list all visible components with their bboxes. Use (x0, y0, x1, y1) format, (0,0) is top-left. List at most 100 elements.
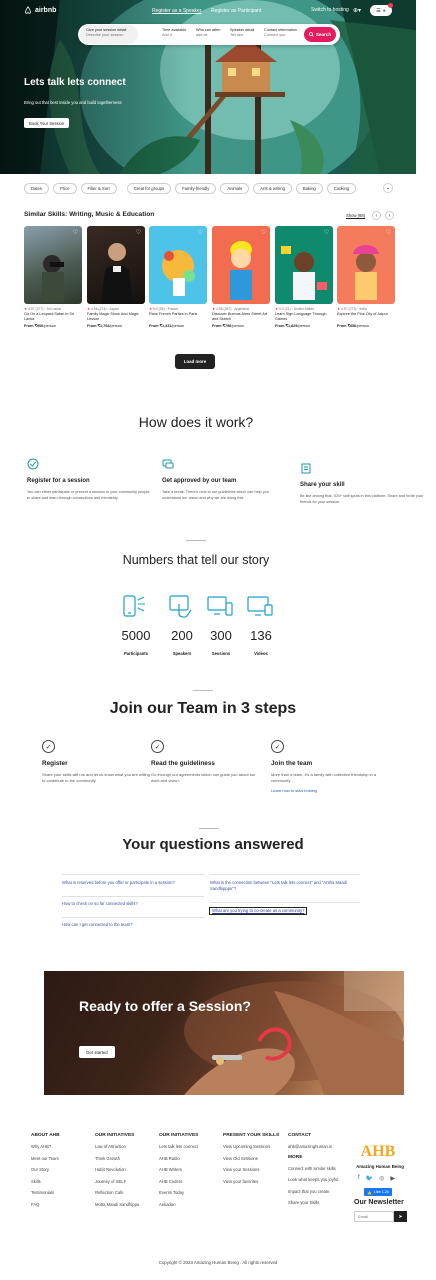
filter-cooking[interactable]: Cooking (326, 182, 357, 194)
skill-card[interactable]: ♡ ★ 4.98 (287) · Argentina Discover Buen… (212, 226, 270, 328)
skill-card[interactable]: ♡ ★ 4.97 (377) · Sri Lanka Go On a Leopa… (24, 226, 82, 328)
footer-heading: ABOUT AHB (31, 1133, 60, 1138)
heart-icon[interactable]: ♡ (261, 229, 266, 236)
twitter-icon[interactable]: 🐦 (366, 1175, 373, 1182)
card-image: ♡ (337, 226, 395, 304)
filter-animals[interactable]: Animals (220, 182, 250, 194)
footer-link[interactable]: Reflection Cafe (95, 1190, 155, 1196)
search-who-can-attend[interactable]: Who can atten add de (196, 28, 226, 38)
heart-icon[interactable]: ♡ (386, 229, 391, 236)
search-contact-info[interactable]: Contact information Connect you (264, 28, 304, 38)
footer-link[interactable]: View Old Sessions (223, 1156, 283, 1162)
globe-icon[interactable]: ⊕▾ (353, 7, 361, 14)
ahb-logo-text: AHB (361, 1143, 395, 1160)
how-step-title: Get approved by our team (162, 478, 237, 484)
heart-icon[interactable]: ♡ (198, 229, 203, 236)
footer-link[interactable]: Events Today (159, 1190, 219, 1196)
get-started-button[interactable]: Get started (79, 1046, 115, 1058)
footer-link[interactable]: Law of Attraction (95, 1144, 155, 1150)
footer-link[interactable]: Journey of SELF (95, 1179, 155, 1185)
filter-sort[interactable]: Filter & Sort (80, 182, 117, 194)
contact-email[interactable]: ahb@amazinghuman.in (288, 1144, 344, 1150)
card-price: From ₹1,793/person (87, 324, 123, 328)
heart-icon[interactable]: ♡ (136, 229, 141, 236)
footer-link[interactable]: FAQ (31, 1202, 91, 1208)
join-step: ✓ Join the team More than a team, it's a… (271, 740, 381, 793)
footer-link[interactable]: Think Growth (95, 1156, 155, 1162)
footer-link[interactable]: Testimonials (31, 1190, 91, 1196)
footer-link[interactable]: Aekadan (159, 1202, 219, 1208)
search-button[interactable]: Search (304, 27, 336, 42)
footer-link[interactable]: Our Story (31, 1167, 91, 1173)
join-step-title: Register (42, 760, 68, 767)
search-session-detail[interactable]: Give your session detail Describe your s… (80, 25, 138, 44)
join-step-title: Read the guideliness (151, 760, 215, 767)
search-time-available[interactable]: Time available Add d (162, 28, 192, 38)
footer-link[interactable]: Lets talk lets connect (159, 1144, 219, 1150)
load-more-button[interactable]: Load more (175, 354, 215, 369)
faq-question[interactable]: What is reserved before you offer or par… (62, 880, 208, 886)
send-icon[interactable]: ➤ (394, 1211, 407, 1222)
how-step-text: You can either participate or present a … (27, 490, 150, 500)
facebook-icon[interactable]: f (358, 1175, 360, 1182)
skill-card[interactable]: ♡ ★ 4.96 (274) · Japan Family Magic Show… (87, 226, 145, 328)
footer-link[interactable]: AHB Radio (159, 1156, 219, 1162)
filter-dates[interactable]: Dates (24, 182, 49, 194)
filter-arts[interactable]: Arts & writing (253, 182, 292, 194)
filter-family[interactable]: Family-friendly (175, 182, 217, 194)
footer-link[interactable]: Motta Maadi Sandhippu (95, 1202, 155, 1208)
section-divider (193, 690, 213, 691)
check-icon: ✓ (271, 740, 284, 753)
skill-card[interactable]: ♡ ★ 4.97 (273) · India Explore the Pink … (337, 226, 395, 328)
footer-link[interactable]: Skills (31, 1179, 91, 1185)
show-all-link[interactable]: Show (68) (346, 213, 365, 218)
footer-link[interactable]: Habit Revolution (95, 1167, 155, 1173)
skill-card[interactable]: ♡ ★ 5.0 (35) · France Rave French Partie… (149, 226, 207, 328)
devices-icon (207, 596, 233, 616)
footer-link[interactable]: View Upcoming Sessions (223, 1144, 283, 1150)
footer-link[interactable]: Why AHB? (31, 1144, 91, 1150)
register-participant-link[interactable]: Register as Participant (211, 8, 261, 14)
footer-link[interactable]: AHB Writers (159, 1167, 219, 1173)
book-session-button[interactable]: Book Your Session (24, 118, 70, 128)
hosting-link[interactable]: Learn how to start hosting (271, 788, 381, 793)
next-arrow-icon[interactable]: › (385, 211, 394, 220)
faq-question[interactable]: How can I get connected to the team? (62, 922, 208, 928)
footer-link[interactable]: Look what keeps you joyful (288, 1177, 344, 1183)
filter-price[interactable]: Price (52, 182, 77, 194)
footer-link[interactable]: View your Sessions (223, 1167, 283, 1173)
faq-divider (210, 874, 360, 875)
register-speaker-link[interactable]: Register as a Speaker (152, 8, 201, 14)
footer-link[interactable]: AHB Coders (159, 1179, 219, 1185)
footer-link[interactable]: View your favorites (223, 1179, 283, 1185)
facebook-like-button[interactable]: 👍 Like 1.2k (364, 1188, 392, 1196)
filter-scroll-chevron-icon[interactable]: ⌄ (383, 183, 393, 193)
faq-question[interactable]: What is the connection between "Lets tal… (210, 880, 360, 892)
footer-link[interactable]: Share your Skills (288, 1200, 344, 1206)
search-bar: Give your session detail Describe your s… (78, 24, 340, 45)
faq-question[interactable]: How to check on so far connected skills? (62, 901, 208, 907)
youtube-icon[interactable]: ▶ (390, 1175, 395, 1182)
airbnb-logo[interactable]: airbnb (24, 6, 56, 14)
footer-link[interactable]: Connect with similar skills (288, 1166, 344, 1172)
card-image: ♡ (149, 226, 207, 304)
join-step-text: Go through our agreements which can guid… (151, 772, 256, 784)
footer-link[interactable]: Meet our Team (31, 1156, 91, 1162)
search-speaker-detail[interactable]: Speaker detail Tell abo (230, 28, 260, 38)
speakers-label: Speakers (172, 651, 192, 656)
skill-card[interactable]: ♡ ★ 5.0 (21) · United States Learn Sign … (275, 226, 333, 328)
user-menu-button[interactable]: ☰ ● (370, 3, 393, 16)
filter-groups[interactable]: Great for groups (126, 182, 172, 194)
prev-arrow-icon[interactable]: ‹ (372, 211, 381, 220)
faq-question-focused[interactable]: What are you trying to co-create as a co… (209, 907, 308, 915)
card-title: Rave French Parties in Paris (149, 312, 198, 316)
instagram-icon[interactable]: ◎ (379, 1175, 384, 1182)
heart-icon[interactable]: ♡ (73, 229, 78, 236)
heart-icon[interactable]: ♡ (324, 229, 329, 236)
card-title: Learn Sign Language Through Games (275, 312, 327, 321)
how-step: Register for a session You can either pa… (27, 458, 151, 501)
footer-link[interactable]: Impact that you create (288, 1189, 344, 1195)
switch-hosting-link[interactable]: Switch to hosting (311, 7, 349, 13)
filter-baking[interactable]: Baking (295, 182, 323, 194)
newsletter-email-input[interactable]: Email (354, 1211, 394, 1222)
